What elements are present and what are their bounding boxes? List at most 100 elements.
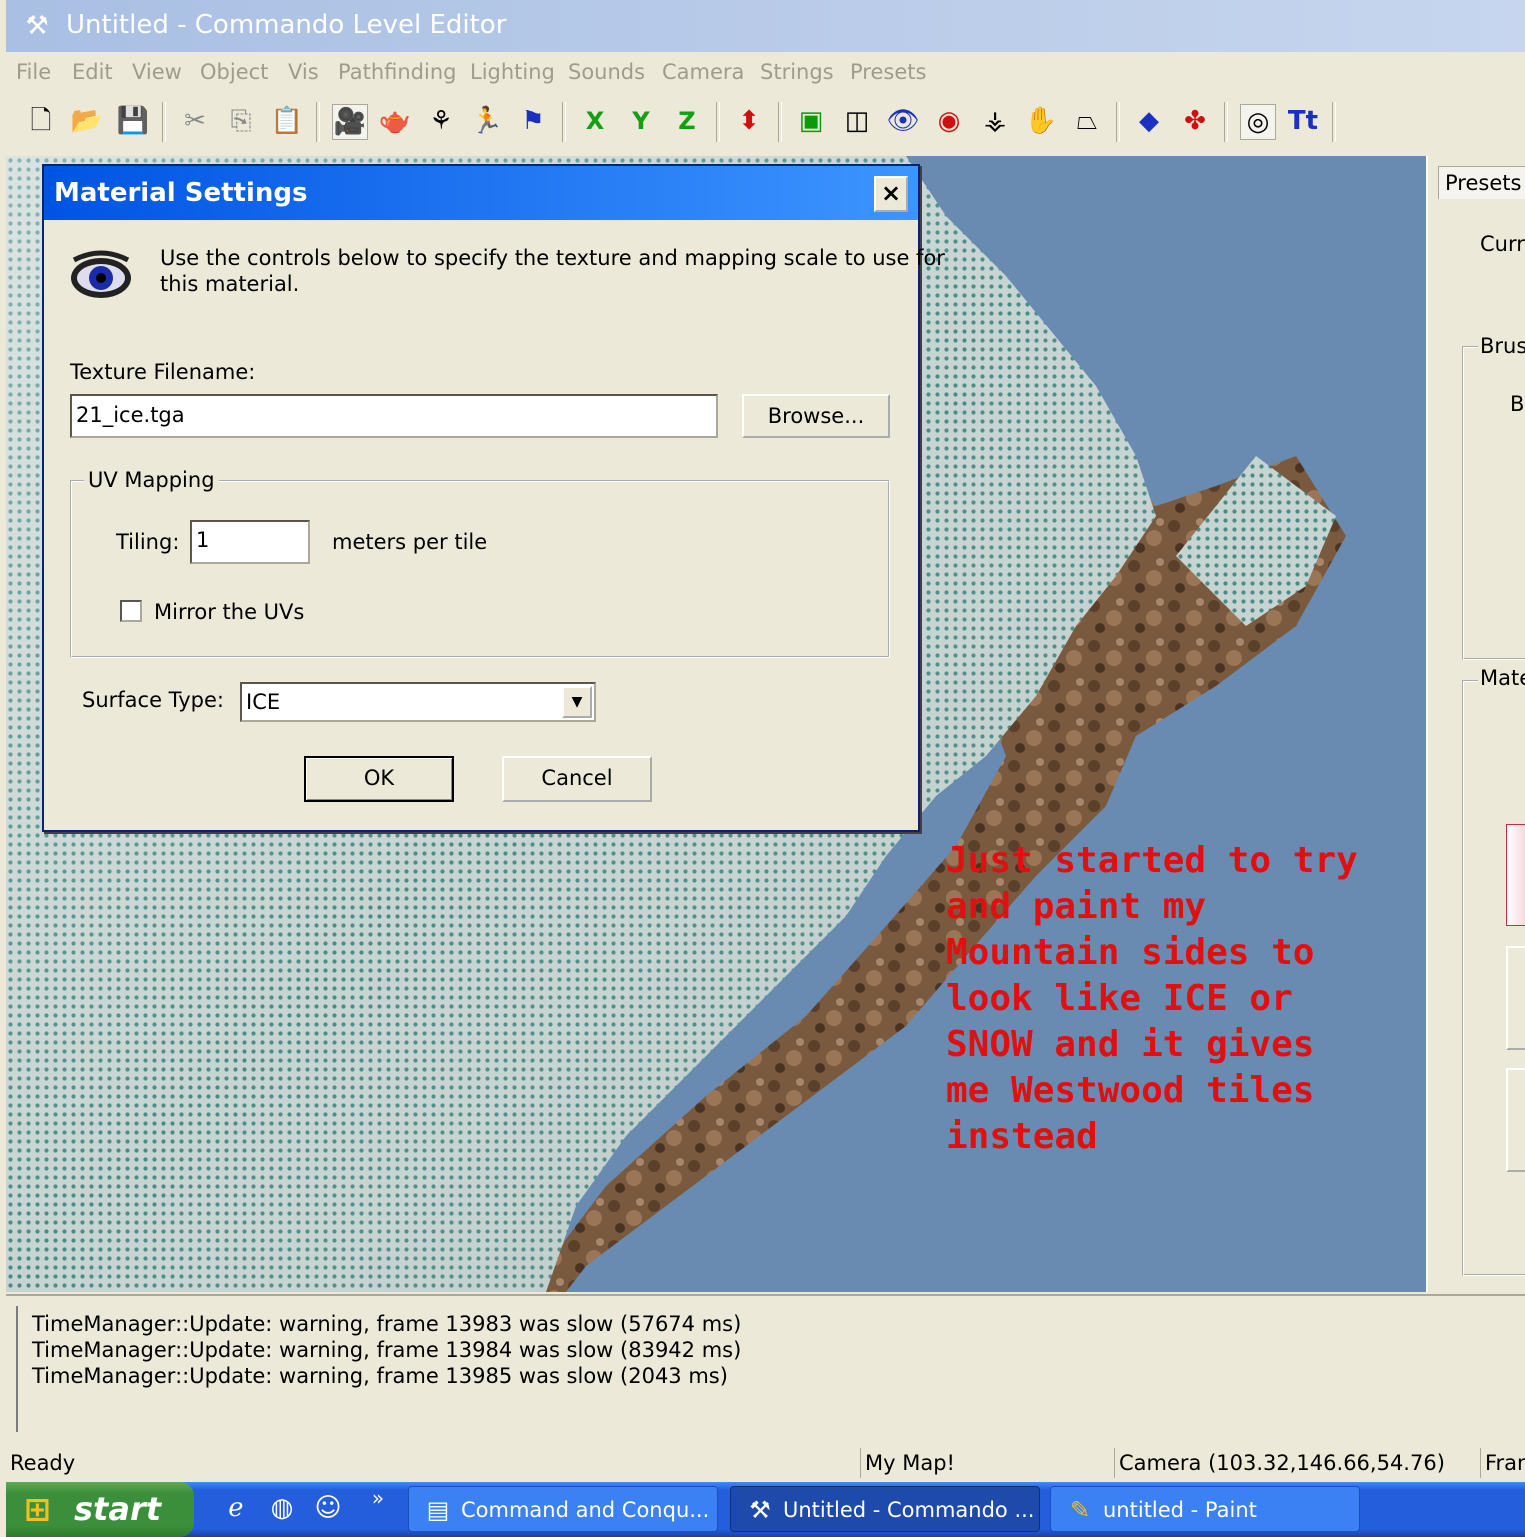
surface-type-label: Surface Type: <box>82 688 224 712</box>
annotation-line: Mountain sides to <box>946 932 1315 973</box>
task-command-and-conquer[interactable]: ▤ Command and Conqu... <box>408 1486 718 1532</box>
menu-presets[interactable]: Presets <box>850 60 926 84</box>
menu-view[interactable]: View <box>132 60 182 84</box>
uv-mapping-group <box>70 480 890 658</box>
vis-eye-icon[interactable]: ◎ <box>1240 104 1276 140</box>
new-file-icon[interactable]: 🗋 <box>24 104 58 138</box>
toolbar-separator <box>162 102 166 142</box>
eye-red-icon[interactable]: ◉ <box>932 104 966 138</box>
annotation-line: SNOW and it gives <box>946 1024 1315 1065</box>
tiling-label: Tiling: <box>116 530 180 554</box>
taskbar: ⊞ start ℯ ◍ ☺ » ▤ Command and Conqu... ⚒… <box>6 1482 1525 1537</box>
axis-x-icon[interactable]: X <box>578 104 612 138</box>
quicklaunch-chevron[interactable]: » <box>362 1482 394 1514</box>
toolbar-separator <box>1224 102 1228 142</box>
log-line: TimeManager::Update: warning, frame 1398… <box>32 1338 742 1362</box>
text-tool-icon[interactable]: Tt <box>1286 104 1320 138</box>
task-label: untitled - Paint <box>1103 1498 1257 1522</box>
camera-icon[interactable]: 🎥 <box>332 104 368 140</box>
ok-button[interactable]: OK <box>304 756 454 802</box>
wire-cube-icon[interactable]: ◫ <box>840 104 874 138</box>
messenger-icon[interactable]: ☺ <box>312 1492 344 1524</box>
close-button[interactable]: × <box>874 176 908 212</box>
right-panel: Presets Curre Brusl Bı Mate <box>1426 156 1525 1292</box>
menu-object[interactable]: Object <box>200 60 268 84</box>
log-line: TimeManager::Update: warning, frame 1398… <box>32 1312 742 1336</box>
walk-icon[interactable]: 🏃 <box>470 104 504 138</box>
status-ready: Ready <box>10 1451 76 1475</box>
log-line: TimeManager::Update: warning, frame 1398… <box>32 1364 728 1388</box>
eye-icon[interactable]: 👁 <box>886 104 920 138</box>
menu-pathfinding[interactable]: Pathfinding <box>338 60 456 84</box>
tree-icon[interactable]: ⚶ <box>978 104 1012 138</box>
menu-strings[interactable]: Strings <box>760 60 834 84</box>
ie-icon[interactable]: ℯ <box>220 1492 252 1524</box>
material-swatch[interactable] <box>1506 824 1525 926</box>
dialog-description-line2: this material. <box>160 272 300 296</box>
solid-cube-icon[interactable]: ▣ <box>794 104 828 138</box>
status-bar: Ready My Map! Camera (103.32,146.66,54.7… <box>6 1442 1525 1482</box>
tools-icon: ⚒ <box>25 11 49 41</box>
mirror-uvs-checkbox[interactable] <box>120 600 142 622</box>
gizmo-icon[interactable]: ⚘ <box>424 104 458 138</box>
toolbar-separator <box>716 102 720 142</box>
windows-logo-icon: ⊞ <box>24 1490 51 1528</box>
media-player-icon[interactable]: ◍ <box>266 1492 298 1524</box>
dialog-description-line1: Use the controls below to specify the te… <box>160 246 945 270</box>
color-cube-icon[interactable]: ◆ <box>1132 104 1166 138</box>
menu-sounds[interactable]: Sounds <box>568 60 645 84</box>
axis-y-icon[interactable]: Y <box>624 104 658 138</box>
console-box[interactable]: TimeManager::Update: warning, frame 1398… <box>16 1306 1523 1432</box>
open-folder-icon[interactable]: 📂 <box>70 104 104 138</box>
menu-camera[interactable]: Camera <box>662 60 744 84</box>
tab-presets[interactable]: Presets <box>1438 166 1525 199</box>
material-settings-dialog: Material Settings × Use the controls bel… <box>42 164 945 832</box>
toolbar-separator <box>1116 102 1120 142</box>
annotation-line: look like ICE or <box>946 978 1293 1019</box>
dialog-title-bar[interactable]: Material Settings × <box>44 166 918 220</box>
menu-vis[interactable]: Vis <box>288 60 319 84</box>
tiling-input[interactable]: 1 <box>190 520 310 564</box>
console-output: TimeManager::Update: warning, frame 1398… <box>6 1294 1525 1442</box>
browse-button[interactable]: Browse... <box>742 394 890 438</box>
axis-z-icon[interactable]: Z <box>670 104 704 138</box>
cancel-button[interactable]: Cancel <box>502 756 652 802</box>
start-button[interactable]: ⊞ start <box>6 1482 194 1537</box>
annotation-line: me Westwood tiles <box>946 1070 1315 1111</box>
surface-type-select[interactable]: ICE ▼ <box>240 682 596 722</box>
menu-edit[interactable]: Edit <box>72 60 113 84</box>
annotation-line: and paint my <box>946 886 1207 927</box>
task-paint[interactable]: ✎ untitled - Paint <box>1050 1486 1360 1532</box>
save-icon[interactable]: 💾 <box>116 104 150 138</box>
panel-button[interactable] <box>1506 946 1525 1050</box>
tools-icon: ⚒ <box>749 1496 771 1524</box>
palette-icon[interactable]: ✤ <box>1178 104 1212 138</box>
panel-button[interactable] <box>1506 1068 1525 1172</box>
paste-icon[interactable]: 📋 <box>270 104 304 138</box>
task-untitled-commando[interactable]: ⚒ Untitled - Commando ... <box>730 1486 1040 1532</box>
annotation-line: Just started to try <box>946 840 1358 881</box>
tiling-unit-label: meters per tile <box>332 530 488 554</box>
dialog-title: Material Settings <box>54 178 308 208</box>
texture-filename-label: Texture Filename: <box>70 360 256 384</box>
mirror-uvs-label: Mirror the UVs <box>154 600 305 624</box>
brush-label: Brusl <box>1478 334 1525 358</box>
ie-window-icon: ▤ <box>426 1496 450 1524</box>
chevron-down-icon[interactable]: ▼ <box>562 686 592 718</box>
menu-lighting[interactable]: Lighting <box>470 60 555 84</box>
teapot-icon[interactable]: 🫖 <box>378 104 412 138</box>
polygon-icon[interactable]: ⏢ <box>1070 104 1104 138</box>
texture-filename-input[interactable]: 21_ice.tga <box>70 394 718 438</box>
annotation-line: instead <box>946 1116 1098 1157</box>
flag-icon[interactable]: ⚑ <box>516 104 550 138</box>
copy-icon[interactable]: ⎘ <box>224 104 258 138</box>
hand-icon[interactable]: ✋ <box>1024 104 1058 138</box>
paint-icon: ✎ <box>1069 1496 1091 1524</box>
toolbar-separator <box>1332 102 1336 142</box>
cut-icon[interactable]: ✂ <box>178 104 212 138</box>
brush-sub-label: Bı <box>1510 392 1525 416</box>
arrow-up-icon[interactable]: ⬍ <box>732 104 766 138</box>
menu-file[interactable]: File <box>16 60 51 84</box>
start-label: start <box>74 1490 162 1528</box>
status-frame: Fran <box>1480 1448 1525 1478</box>
